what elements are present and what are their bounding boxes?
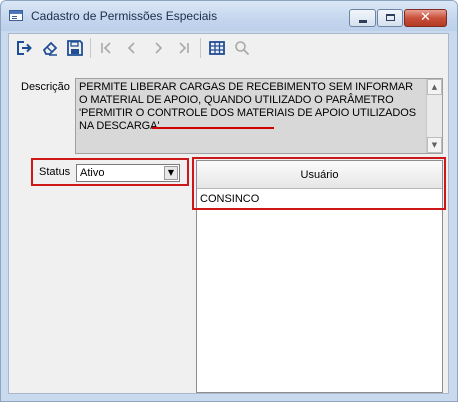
exit-icon bbox=[17, 41, 32, 55]
minimize-icon bbox=[359, 20, 367, 23]
eraser-icon bbox=[42, 41, 58, 56]
description-field[interactable]: PERMITE LIBERAR CARGAS DE RECEBIMENTO SE… bbox=[75, 78, 443, 154]
description-scrollbar[interactable]: ▲ ▼ bbox=[426, 79, 442, 153]
spell-check-underline bbox=[152, 127, 274, 129]
table-view-button[interactable] bbox=[206, 37, 228, 59]
previous-record-button[interactable] bbox=[121, 37, 143, 59]
exit-button[interactable] bbox=[13, 37, 35, 59]
next-record-icon bbox=[155, 42, 163, 54]
minimize-button[interactable] bbox=[349, 9, 376, 27]
toolbar-separator bbox=[90, 38, 91, 58]
last-record-button[interactable] bbox=[173, 37, 195, 59]
client-area: Descrição PERMITE LIBERAR CARGAS DE RECE… bbox=[8, 33, 449, 394]
chevron-down-icon[interactable]: ▼ bbox=[164, 166, 178, 180]
save-icon bbox=[67, 40, 83, 56]
next-record-button[interactable] bbox=[147, 37, 169, 59]
search-button[interactable] bbox=[231, 37, 253, 59]
clear-button[interactable] bbox=[39, 37, 61, 59]
maximize-icon bbox=[386, 14, 395, 21]
scroll-down-icon[interactable]: ▼ bbox=[427, 137, 442, 153]
scroll-up-icon[interactable]: ▲ bbox=[427, 79, 442, 95]
last-record-icon bbox=[179, 42, 189, 54]
search-icon bbox=[235, 41, 250, 56]
table-view-icon bbox=[209, 41, 225, 55]
close-button[interactable]: ✕ bbox=[404, 9, 447, 27]
app-window-icon bbox=[9, 10, 23, 21]
window-title: Cadastro de Permissões Especiais bbox=[31, 9, 218, 23]
description-text: PERMITE LIBERAR CARGAS DE RECEBIMENTO SE… bbox=[79, 81, 419, 132]
maximize-button[interactable] bbox=[377, 9, 403, 27]
close-icon: ✕ bbox=[420, 10, 431, 25]
window: Cadastro de Permissões Especiais ✕ Descr… bbox=[0, 0, 458, 402]
status-label: Status bbox=[39, 166, 71, 178]
toolbar bbox=[9, 34, 448, 62]
previous-record-icon bbox=[127, 42, 135, 54]
description-label: Descrição bbox=[21, 81, 70, 93]
status-selected-value: Ativo bbox=[80, 167, 105, 179]
save-button[interactable] bbox=[64, 37, 86, 59]
title-bar[interactable]: Cadastro de Permissões Especiais ✕ bbox=[1, 1, 457, 31]
toolbar-separator bbox=[200, 38, 201, 58]
status-select[interactable]: Ativo ▼ bbox=[76, 164, 180, 182]
first-record-icon bbox=[101, 42, 111, 54]
user-highlight-box bbox=[192, 157, 446, 210]
first-record-button[interactable] bbox=[95, 37, 117, 59]
